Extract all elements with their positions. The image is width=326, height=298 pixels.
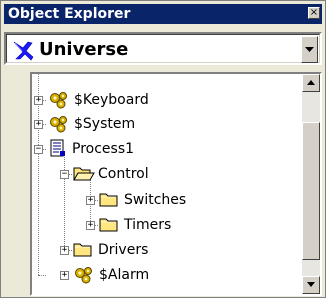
tree-item-label: $Alarm — [99, 267, 150, 283]
universe-icon — [13, 41, 34, 61]
folder-icon — [73, 243, 92, 257]
close-button[interactable]: × — [308, 7, 320, 19]
open-folder-icon — [73, 167, 95, 181]
collapse-toggle[interactable]: − — [60, 170, 69, 179]
scroll-down-button[interactable] — [302, 276, 320, 294]
gear-cluster-icon — [75, 267, 92, 284]
tree-item-label: Process1 — [72, 141, 135, 157]
expand-toggle[interactable]: + — [34, 120, 43, 129]
expand-toggle[interactable]: + — [60, 246, 69, 255]
arrow-down-icon — [307, 282, 315, 287]
scroll-thumb[interactable] — [302, 122, 320, 260]
tree-item-alarm[interactable]: + $Alarm — [58, 263, 282, 287]
gear-cluster-icon — [50, 116, 67, 133]
expand-toggle[interactable]: + — [34, 96, 43, 105]
expand-toggle[interactable]: + — [86, 196, 95, 205]
window-title: Object Explorer — [8, 6, 131, 22]
tree-item-system[interactable]: + $System — [32, 112, 282, 136]
gear-cluster-icon — [50, 92, 67, 109]
folder-icon — [99, 193, 118, 207]
universe-dropdown[interactable]: Universe — [4, 32, 322, 65]
arrow-up-icon — [307, 80, 315, 85]
vertical-scrollbar[interactable] — [302, 74, 320, 294]
tree-item-label: Control — [98, 166, 149, 182]
tree-item-switches[interactable]: + Switches — [84, 188, 282, 212]
collapse-toggle[interactable]: − — [34, 145, 43, 154]
object-explorer-window: Object Explorer × Universe + $Keyboard +… — [0, 0, 326, 298]
tree-item-control[interactable]: − Control — [58, 162, 282, 186]
tree-item-drivers[interactable]: + Drivers — [58, 238, 282, 262]
tree-guide-line — [38, 275, 46, 276]
tree-item-process1[interactable]: − Process1 — [32, 137, 282, 161]
expand-toggle[interactable]: + — [86, 221, 95, 230]
expand-toggle[interactable]: + — [60, 271, 69, 280]
title-bar[interactable]: Object Explorer × — [4, 4, 322, 24]
dropdown-button[interactable] — [301, 36, 318, 63]
tree-item-keyboard[interactable]: + $Keyboard — [32, 88, 282, 112]
object-tree[interactable]: + $Keyboard + $System − Process1 − Contr… — [30, 72, 322, 296]
tree-item-label: $System — [74, 116, 136, 132]
document-icon — [50, 139, 65, 157]
tree-content: + $Keyboard + $System − Process1 − Contr… — [32, 74, 302, 294]
tree-item-timers[interactable]: + Timers — [84, 213, 282, 237]
scroll-up-button[interactable] — [302, 74, 320, 92]
tree-item-label: Drivers — [98, 242, 149, 258]
tree-item-label: $Keyboard — [74, 92, 149, 108]
selected-universe: Universe — [39, 39, 129, 60]
tree-item-label: Switches — [124, 192, 187, 208]
folder-icon — [99, 218, 118, 232]
chevron-down-icon — [305, 47, 314, 52]
tree-item-label: Timers — [124, 217, 172, 233]
